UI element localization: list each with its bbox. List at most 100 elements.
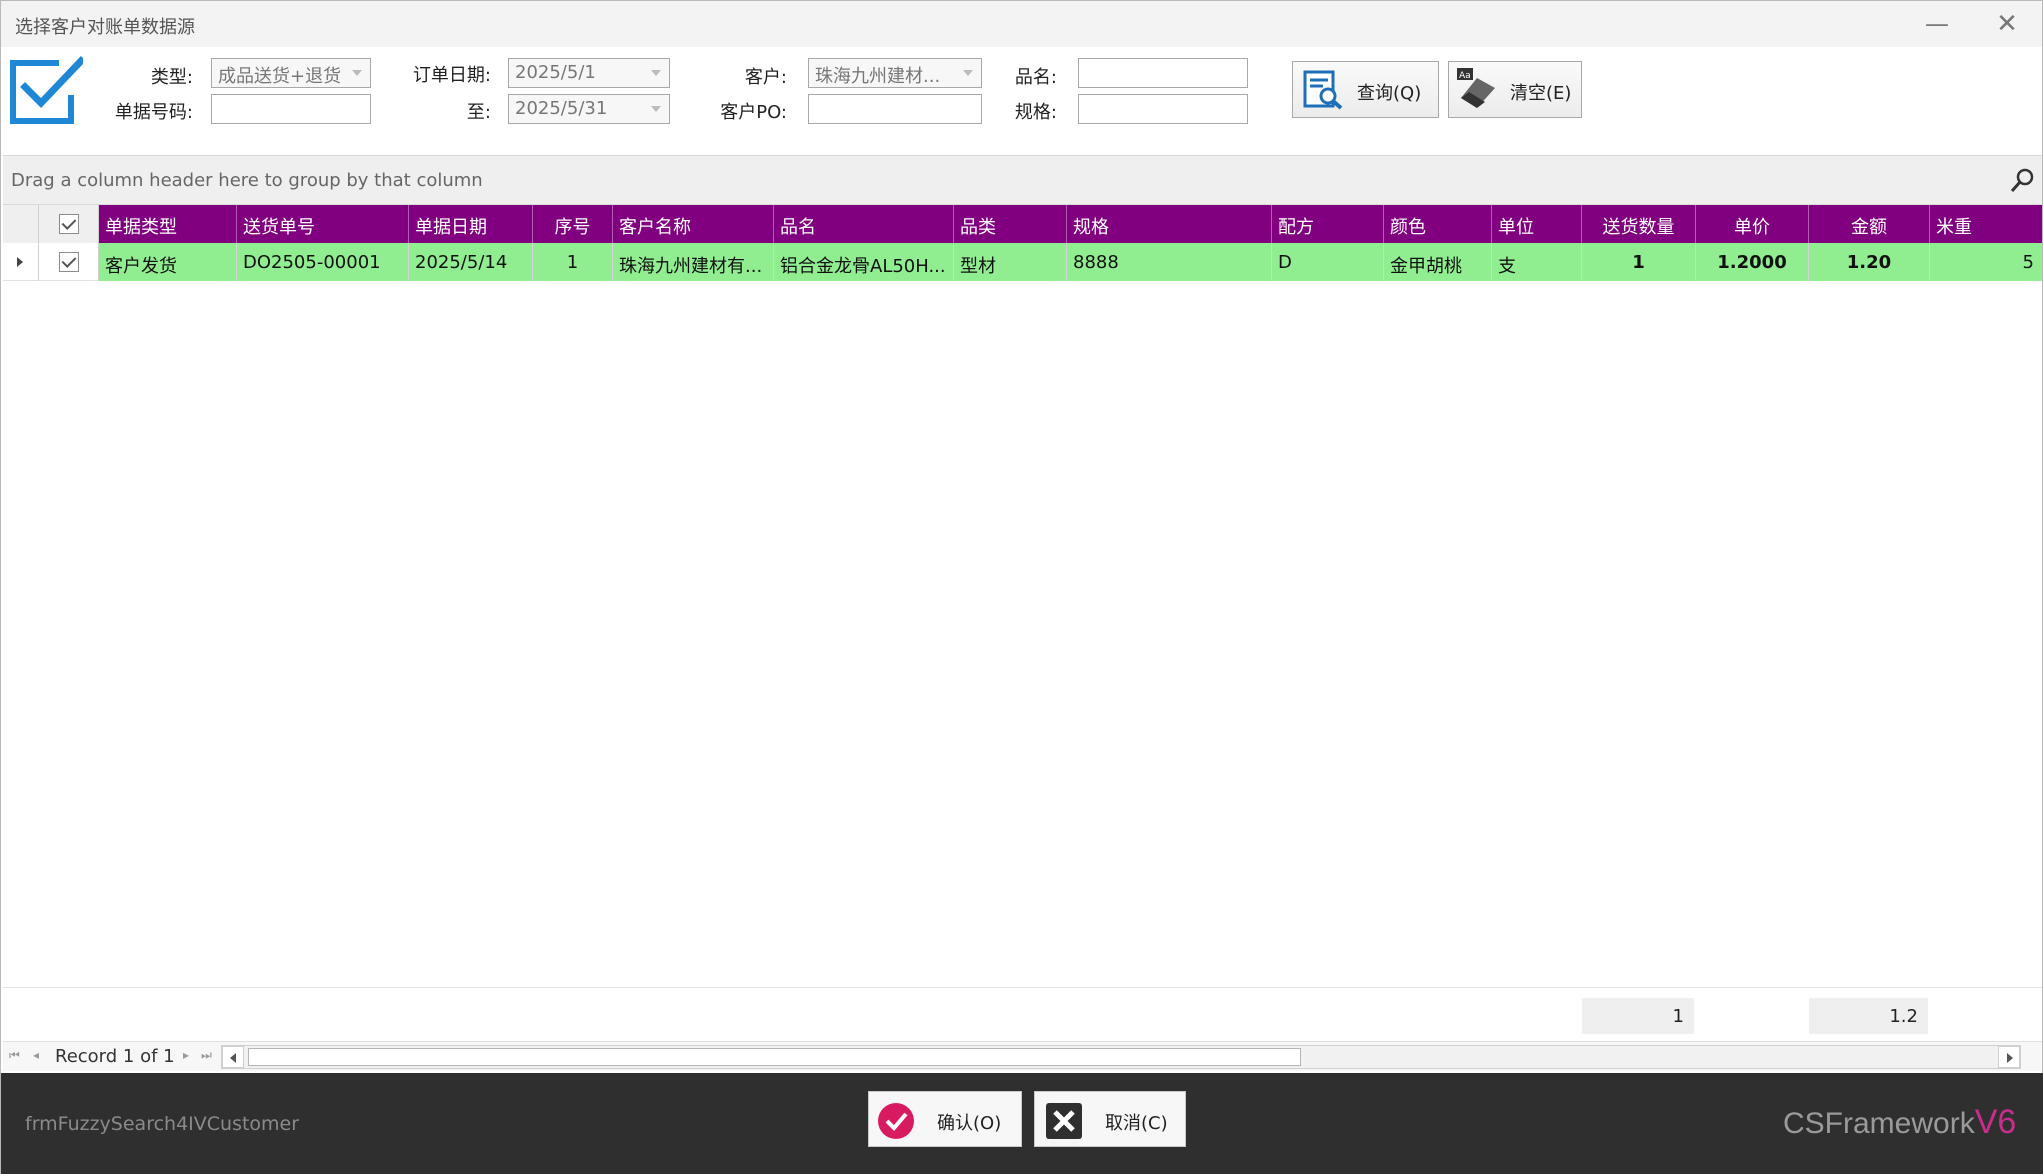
- table-row[interactable]: 客户发货 DO2505-00001 2025/5/14 1 珠海九州建材有...…: [3, 243, 2042, 281]
- record-counter: Record 1 of 1: [55, 1046, 175, 1067]
- first-record-icon[interactable]: ⏮: [9, 1048, 20, 1063]
- spec-input[interactable]: [1078, 94, 1248, 124]
- col-header-amount[interactable]: 金额: [1809, 205, 1930, 243]
- amount-total: 1.2: [1809, 998, 1928, 1034]
- document-search-icon: [1303, 70, 1343, 110]
- cell-unit-price[interactable]: 1.2000: [1696, 243, 1809, 281]
- col-header-product-name[interactable]: 品名: [774, 205, 954, 243]
- product-name-label: 品名:: [1014, 67, 1057, 88]
- chevron-down-icon: [651, 70, 661, 76]
- row-select-cell[interactable]: [39, 243, 99, 281]
- clear-button-label: 清空(E): [1510, 83, 1572, 104]
- col-header-color[interactable]: 颜色: [1384, 205, 1492, 243]
- chevron-down-icon: [651, 106, 661, 112]
- order-date-label: 订单日期:: [412, 65, 491, 86]
- type-select-value: 成品送货+退货: [218, 66, 342, 87]
- cell-delivery-no[interactable]: DO2505-00001: [237, 243, 409, 281]
- cell-unit[interactable]: 支: [1492, 243, 1582, 281]
- customer-select-value: 珠海九州建材...: [815, 66, 941, 87]
- scrollbar-thumb[interactable]: [248, 1048, 1301, 1066]
- minimize-button[interactable]: —: [1917, 9, 1957, 39]
- col-header-unit[interactable]: 单位: [1492, 205, 1582, 243]
- check-circle-icon: [878, 1103, 914, 1139]
- clear-button[interactable]: Aa 清空(E): [1448, 61, 1582, 118]
- group-by-hint: Drag a column header here to group by th…: [11, 170, 483, 191]
- order-date-from-picker[interactable]: 2025/5/1: [508, 58, 670, 88]
- cell-doc-date[interactable]: 2025/5/14: [409, 243, 533, 281]
- eraser-icon: Aa: [1457, 68, 1495, 108]
- brand-prefix: CSFramework: [1783, 1107, 1975, 1140]
- col-header-delivery-no[interactable]: 送货单号: [237, 205, 409, 243]
- query-button[interactable]: 查询(Q): [1292, 61, 1439, 118]
- col-header-spec[interactable]: 规格: [1067, 205, 1272, 243]
- col-header-doc-type[interactable]: 单据类型: [99, 205, 237, 243]
- brand-logo: CSFrameworkV6: [1783, 1103, 2016, 1142]
- grid-footer: 1 1.2: [3, 987, 2042, 1039]
- cell-formula[interactable]: D: [1272, 243, 1384, 281]
- close-square-icon: [1046, 1103, 1082, 1139]
- row-indicator[interactable]: [3, 243, 39, 281]
- cell-product-name[interactable]: 铝合金龙骨AL50H...: [774, 243, 954, 281]
- checkbox-check-icon: [10, 56, 83, 124]
- col-header-seq[interactable]: 序号: [533, 205, 613, 243]
- to-label: 至:: [466, 102, 491, 123]
- col-header-formula[interactable]: 配方: [1272, 205, 1384, 243]
- col-header-customer-name[interactable]: 客户名称: [613, 205, 774, 243]
- cell-meter-weight[interactable]: 5: [1930, 243, 2042, 281]
- cancel-button[interactable]: 取消(C): [1034, 1091, 1186, 1147]
- select-all-checkbox[interactable]: [59, 214, 79, 234]
- cell-seq[interactable]: 1: [533, 243, 613, 281]
- order-date-to-picker[interactable]: 2025/5/31: [508, 94, 670, 124]
- search-icon[interactable]: [2009, 166, 2037, 194]
- col-header-doc-date[interactable]: 单据日期: [409, 205, 533, 243]
- bottom-bar: frmFuzzySearch4IVCustomer 确认(O) 取消(C) CS…: [1, 1073, 2043, 1174]
- query-button-label: 查询(Q): [1357, 83, 1422, 104]
- customer-select[interactable]: 珠海九州建材...: [808, 58, 982, 88]
- grid-header: 单据类型 送货单号 单据日期 序号 客户名称 品名 品类 规格 配方 颜色 单位…: [3, 205, 2042, 243]
- product-name-input[interactable]: [1078, 58, 1248, 88]
- scroll-right-icon[interactable]: [1998, 1046, 2020, 1068]
- order-date-to-value: 2025/5/31: [515, 98, 608, 119]
- col-header-unit-price[interactable]: 单价: [1696, 205, 1809, 243]
- chevron-down-icon: [352, 70, 362, 76]
- title-bar: 选择客户对账单数据源 — ✕: [1, 1, 2042, 47]
- last-record-icon[interactable]: ⏭: [201, 1048, 212, 1063]
- cell-customer-name[interactable]: 珠海九州建材有...: [613, 243, 774, 281]
- cell-category[interactable]: 型材: [954, 243, 1067, 281]
- window-title: 选择客户对账单数据源: [15, 17, 195, 38]
- chevron-down-icon: [963, 70, 973, 76]
- select-all-cell[interactable]: [39, 205, 99, 243]
- row-checkbox[interactable]: [59, 252, 79, 272]
- cell-doc-type[interactable]: 客户发货: [99, 243, 237, 281]
- doc-no-label: 单据号码:: [114, 102, 193, 123]
- doc-no-input[interactable]: [211, 94, 371, 124]
- cell-qty[interactable]: 1: [1582, 243, 1696, 281]
- scroll-left-icon[interactable]: [222, 1046, 244, 1068]
- dialog-window: 选择客户对账单数据源 — ✕ 类型: 成品送货+退货 单据号码: 订单日期: 2…: [0, 0, 2043, 1174]
- clear-icon-text: Aa: [1459, 71, 1471, 81]
- brand-version: V6: [1974, 1103, 2017, 1141]
- col-header-qty[interactable]: 送货数量: [1582, 205, 1696, 243]
- form-name: frmFuzzySearch4IVCustomer: [25, 1113, 300, 1135]
- type-select[interactable]: 成品送货+退货: [211, 58, 371, 88]
- cancel-button-label: 取消(C): [1105, 1113, 1168, 1134]
- col-header-meter-weight[interactable]: 米重: [1930, 205, 2042, 243]
- customer-po-label: 客户PO:: [720, 102, 787, 123]
- horizontal-scrollbar[interactable]: [221, 1045, 2021, 1069]
- customer-po-input[interactable]: [808, 94, 982, 124]
- close-button[interactable]: ✕: [1987, 9, 2027, 39]
- cell-amount[interactable]: 1.20: [1809, 243, 1930, 281]
- qty-total: 1: [1582, 998, 1694, 1034]
- order-date-from-value: 2025/5/1: [515, 62, 596, 83]
- cell-spec[interactable]: 8888: [1067, 243, 1272, 281]
- col-header-category[interactable]: 品类: [954, 205, 1067, 243]
- record-navigator: ⏮ ◂ Record 1 of 1 ▸ ⏭: [3, 1041, 2042, 1071]
- next-record-icon[interactable]: ▸: [183, 1048, 189, 1062]
- spec-label: 规格:: [1014, 102, 1057, 123]
- confirm-button-label: 确认(O): [937, 1113, 1002, 1134]
- cell-color[interactable]: 金甲胡桃: [1384, 243, 1492, 281]
- confirm-button[interactable]: 确认(O): [868, 1091, 1022, 1147]
- group-by-panel[interactable]: Drag a column header here to group by th…: [3, 155, 2042, 205]
- prev-record-icon[interactable]: ◂: [33, 1048, 39, 1062]
- type-label: 类型:: [150, 67, 193, 88]
